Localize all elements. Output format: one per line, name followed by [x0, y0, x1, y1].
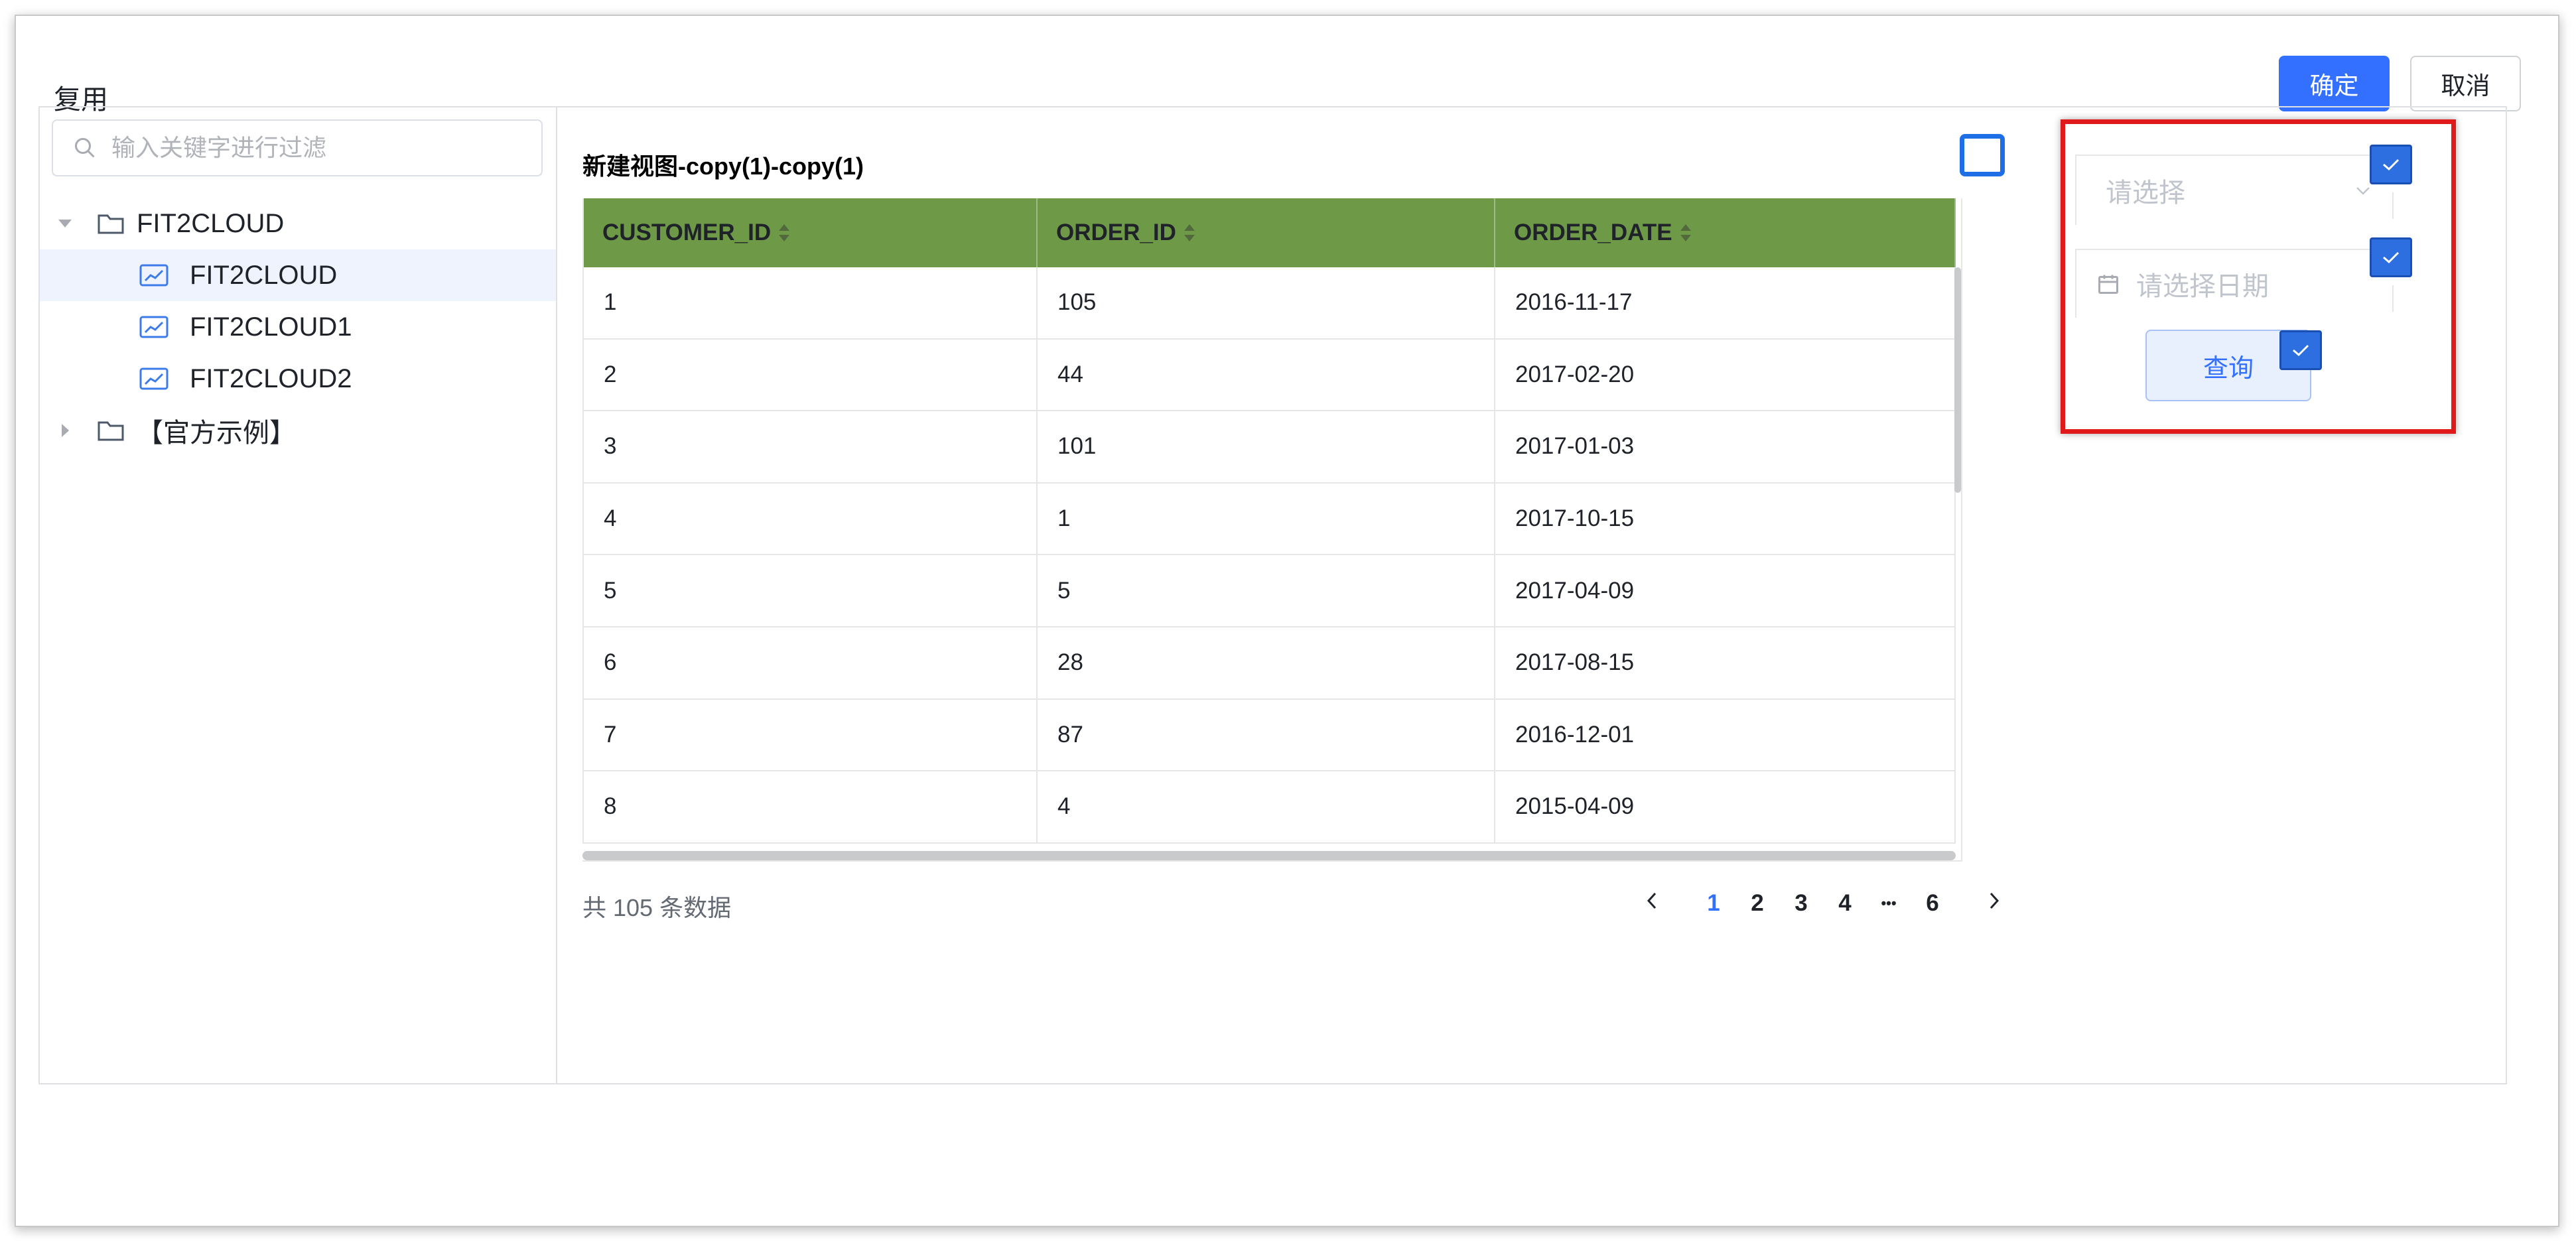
line-chart-icon — [139, 367, 169, 390]
table-cell: 5 — [1038, 555, 1495, 626]
table-cell: 2017-02-20 — [1495, 339, 1956, 411]
column-header-order-date[interactable]: ORDER_DATE — [1495, 198, 1956, 267]
table-cell: 6 — [582, 627, 1038, 698]
table-cell: 2016-12-01 — [1495, 699, 1956, 771]
table-cell: 2016-11-17 — [1495, 267, 1956, 338]
vertical-scrollbar[interactable] — [1954, 267, 1961, 493]
cancel-button[interactable]: 取消 — [2410, 56, 2521, 111]
tree-item-fit2cloud2[interactable]: FIT2CLOUD2 — [40, 353, 556, 405]
tree-item-label: FIT2CLOUD — [190, 260, 338, 290]
table-cell: 2017-10-15 — [1495, 483, 1956, 555]
column-header-customer-id[interactable]: CUSTOMER_ID — [582, 198, 1038, 267]
page-3[interactable]: 3 — [1779, 890, 1823, 917]
table-row[interactable]: 6 28 2017-08-15 — [582, 627, 1956, 700]
table-cell: 44 — [1038, 339, 1495, 411]
tree-item-fit2cloud[interactable]: FIT2CLOUD — [40, 249, 556, 301]
tree-search-input[interactable] — [111, 134, 523, 162]
sort-icon[interactable] — [778, 223, 790, 243]
table-cell: 2017-04-09 — [1495, 555, 1956, 626]
sort-icon[interactable] — [1183, 223, 1195, 243]
table-row[interactable]: 4 1 2017-10-15 — [582, 483, 1956, 556]
tree-folder-examples[interactable]: 【官方示例】 — [40, 405, 556, 456]
view-select-checkbox[interactable] — [1960, 134, 2005, 176]
tree-item-fit2cloud1[interactable]: FIT2CLOUD1 — [40, 301, 556, 353]
page-last[interactable]: 6 — [1911, 890, 1954, 917]
tree-item-label: FIT2CLOUD2 — [190, 363, 352, 393]
view-tree-panel: FIT2CLOUD FIT2CLOUD FIT2CLOUD1 FIT2CLOUD… — [40, 107, 557, 1083]
table-cell: 87 — [1038, 699, 1495, 771]
table-cell: 28 — [1038, 627, 1495, 698]
table-body: 1 105 2016-11-17 2 44 2017-02-20 3 101 2017-01-0… — [582, 267, 1956, 844]
table-header: CUSTOMER_ID ORDER_ID ORDER_DATE — [582, 198, 1956, 267]
tree-item-label: FIT2CLOUD1 — [190, 312, 352, 342]
column-header-order-id[interactable]: ORDER_ID — [1038, 198, 1495, 267]
table-cell: 2017-01-03 — [1495, 411, 1956, 482]
table-cell: 1 — [1038, 483, 1495, 555]
table-cell: 7 — [582, 699, 1038, 771]
table-cell: 2017-08-15 — [1495, 627, 1956, 698]
table-cell: 2015-04-09 — [1495, 771, 1956, 842]
view-title: 新建视图-copy(1)-copy(1) — [582, 153, 864, 180]
tree-search-box[interactable] — [52, 119, 543, 176]
chevron-left-icon[interactable] — [1639, 890, 1665, 917]
table-row[interactable]: 2 44 2017-02-20 — [582, 339, 1956, 412]
table-row[interactable]: 1 105 2016-11-17 — [582, 267, 1956, 340]
table-cell: 3 — [582, 411, 1038, 482]
search-icon — [75, 138, 95, 158]
confirm-button[interactable]: 确定 — [2279, 56, 2390, 111]
table-cell: 4 — [1038, 771, 1495, 842]
tree-folder-fit2cloud[interactable]: FIT2CLOUD — [40, 198, 556, 249]
page-1[interactable]: 1 — [1692, 890, 1735, 917]
tree-folder-label: FIT2CLOUD — [137, 208, 285, 238]
page-4[interactable]: 4 — [1823, 890, 1867, 917]
table-cell: 8 — [582, 771, 1038, 842]
table-cell: 2 — [582, 339, 1038, 411]
table-cell: 1 — [582, 267, 1038, 338]
total-count: 共 105 条数据 — [582, 894, 732, 921]
caret-down-icon[interactable] — [53, 212, 77, 235]
pagination: 1 2 3 4 ••• 6 — [1639, 887, 2007, 920]
highlight-frame — [2061, 119, 2456, 434]
folder-icon — [98, 214, 124, 234]
table-cell: 105 — [1038, 267, 1495, 338]
table-row[interactable]: 5 5 2017-04-09 — [582, 555, 1956, 627]
chevron-right-icon[interactable] — [1981, 890, 2007, 917]
sort-icon[interactable] — [1679, 223, 1691, 243]
data-table: CUSTOMER_ID ORDER_ID ORDER_DATE 1 105 2016… — [582, 198, 1962, 862]
tree-folder-label: 【官方示例】 — [137, 419, 296, 448]
folder-icon — [98, 421, 124, 441]
line-chart-icon — [139, 264, 169, 287]
table-cell: 5 — [582, 555, 1038, 626]
caret-right-icon[interactable] — [53, 419, 77, 442]
table-cell: 4 — [582, 483, 1038, 555]
table-row[interactable]: 3 101 2017-01-03 — [582, 411, 1956, 484]
table-cell: 101 — [1038, 411, 1495, 482]
page-2[interactable]: 2 — [1735, 890, 1779, 917]
table-row[interactable]: 7 87 2016-12-01 — [582, 699, 1956, 772]
horizontal-scrollbar[interactable] — [582, 851, 1956, 860]
line-chart-icon — [139, 316, 169, 338]
table-row[interactable]: 8 4 2015-04-09 — [582, 771, 1956, 844]
page-ellipsis[interactable]: ••• — [1867, 895, 1911, 912]
